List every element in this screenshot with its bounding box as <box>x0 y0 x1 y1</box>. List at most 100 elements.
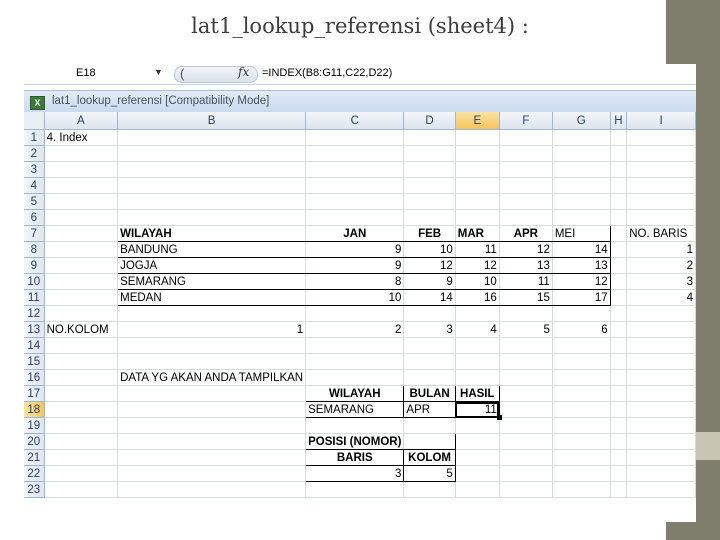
table-header-jan[interactable]: JAN <box>305 225 405 242</box>
cell[interactable] <box>552 161 611 178</box>
table-header-mei[interactable]: MEI <box>552 225 611 242</box>
cell[interactable] <box>117 353 307 370</box>
row-header[interactable]: 11 <box>24 289 45 306</box>
cell[interactable] <box>626 385 696 402</box>
cell[interactable] <box>610 321 628 338</box>
table-cell[interactable]: 13 <box>499 257 553 274</box>
cell[interactable] <box>44 225 119 242</box>
table-cell[interactable]: 9 <box>403 273 456 290</box>
row-header[interactable]: 16 <box>24 369 45 386</box>
row-header[interactable]: 3 <box>24 161 45 178</box>
cell[interactable] <box>552 145 611 162</box>
cell[interactable] <box>44 337 119 354</box>
table-cell[interactable]: 15 <box>499 289 553 306</box>
cell[interactable] <box>117 337 307 354</box>
cell[interactable] <box>626 481 696 498</box>
cell[interactable] <box>455 305 500 322</box>
row-header[interactable]: 18 <box>24 401 45 418</box>
cell[interactable] <box>44 401 119 418</box>
table-cell[interactable]: 16 <box>455 289 500 306</box>
cell[interactable] <box>626 401 696 418</box>
formula-input[interactable]: =INDEX(B8:G11,C22,D22) <box>262 67 392 79</box>
cell[interactable] <box>626 449 696 466</box>
cell[interactable] <box>610 177 628 194</box>
cell[interactable] <box>499 385 553 402</box>
cell[interactable] <box>117 417 307 434</box>
cell[interactable] <box>403 145 456 162</box>
cell[interactable] <box>626 177 696 194</box>
cell[interactable] <box>626 417 696 434</box>
cell[interactable] <box>117 401 307 418</box>
lookup-header-wilayah[interactable]: WILAYAH <box>305 385 405 402</box>
select-all-corner[interactable] <box>24 112 45 130</box>
cell[interactable] <box>403 481 456 498</box>
cell[interactable] <box>626 337 696 354</box>
cell[interactable] <box>305 417 405 434</box>
cell[interactable] <box>44 353 119 370</box>
cell[interactable] <box>117 129 307 146</box>
row-header[interactable]: 14 <box>24 337 45 354</box>
cell[interactable] <box>626 465 696 482</box>
cell[interactable] <box>44 385 119 402</box>
cell[interactable] <box>44 161 119 178</box>
cell[interactable] <box>117 209 307 226</box>
cell[interactable] <box>455 369 500 386</box>
cell[interactable] <box>552 337 611 354</box>
cell[interactable] <box>403 337 456 354</box>
cell[interactable] <box>455 177 500 194</box>
col-header-h[interactable]: H <box>610 112 628 130</box>
col-header-c[interactable]: C <box>305 112 405 130</box>
row-header[interactable]: 21 <box>24 449 45 466</box>
row-header[interactable]: 12 <box>24 305 45 322</box>
cell[interactable] <box>117 385 307 402</box>
cell[interactable] <box>610 145 628 162</box>
cell[interactable] <box>499 193 553 210</box>
table-row-wilayah[interactable]: JOGJA <box>117 257 307 274</box>
cell[interactable] <box>455 417 500 434</box>
cell[interactable] <box>305 161 405 178</box>
cell[interactable] <box>44 465 119 482</box>
table-header-feb[interactable]: FEB <box>403 225 456 242</box>
col-header-f[interactable]: F <box>499 112 553 130</box>
table-cell[interactable]: 10 <box>455 273 500 290</box>
cell[interactable] <box>499 401 553 418</box>
row-header[interactable]: 15 <box>24 353 45 370</box>
cell[interactable] <box>305 337 405 354</box>
cell[interactable] <box>499 161 553 178</box>
table-row-wilayah[interactable]: MEDAN <box>117 289 307 306</box>
cell[interactable] <box>499 449 553 466</box>
lookup-wilayah-input[interactable]: SEMARANG <box>305 401 405 418</box>
cell[interactable] <box>117 193 307 210</box>
table-row-wilayah[interactable]: BANDUNG <box>117 241 307 258</box>
cell[interactable] <box>403 129 456 146</box>
row-header[interactable]: 4 <box>24 177 45 194</box>
cell[interactable] <box>305 145 405 162</box>
cell[interactable] <box>455 209 500 226</box>
cell[interactable] <box>610 353 628 370</box>
row-header[interactable]: 20 <box>24 433 45 450</box>
col-header-a[interactable]: A <box>44 112 119 130</box>
lookup-hasil-cell-selected[interactable]: 11 <box>455 401 502 420</box>
cell[interactable] <box>44 481 119 498</box>
cell[interactable] <box>44 417 119 434</box>
cell[interactable] <box>455 465 500 482</box>
table-header-mar[interactable]: MAR <box>455 225 500 242</box>
cell[interactable] <box>552 129 611 146</box>
cell[interactable] <box>117 177 307 194</box>
cell[interactable] <box>305 305 405 322</box>
no-baris-value[interactable]: 3 <box>626 273 696 290</box>
cell[interactable] <box>403 353 456 370</box>
cell[interactable] <box>44 145 119 162</box>
row-header[interactable]: 5 <box>24 193 45 210</box>
cell[interactable] <box>305 177 405 194</box>
cell[interactable] <box>552 433 611 450</box>
posisi-title[interactable]: POSISI (NOMOR) <box>305 433 405 450</box>
lookup-header-bulan[interactable]: BULAN <box>403 385 456 402</box>
cell[interactable] <box>610 193 628 210</box>
cell[interactable] <box>626 321 696 338</box>
cell[interactable] <box>455 337 500 354</box>
cell[interactable] <box>626 433 696 450</box>
cell[interactable] <box>610 481 628 498</box>
cell[interactable] <box>403 369 456 386</box>
excel-icon[interactable]: X <box>30 96 45 110</box>
